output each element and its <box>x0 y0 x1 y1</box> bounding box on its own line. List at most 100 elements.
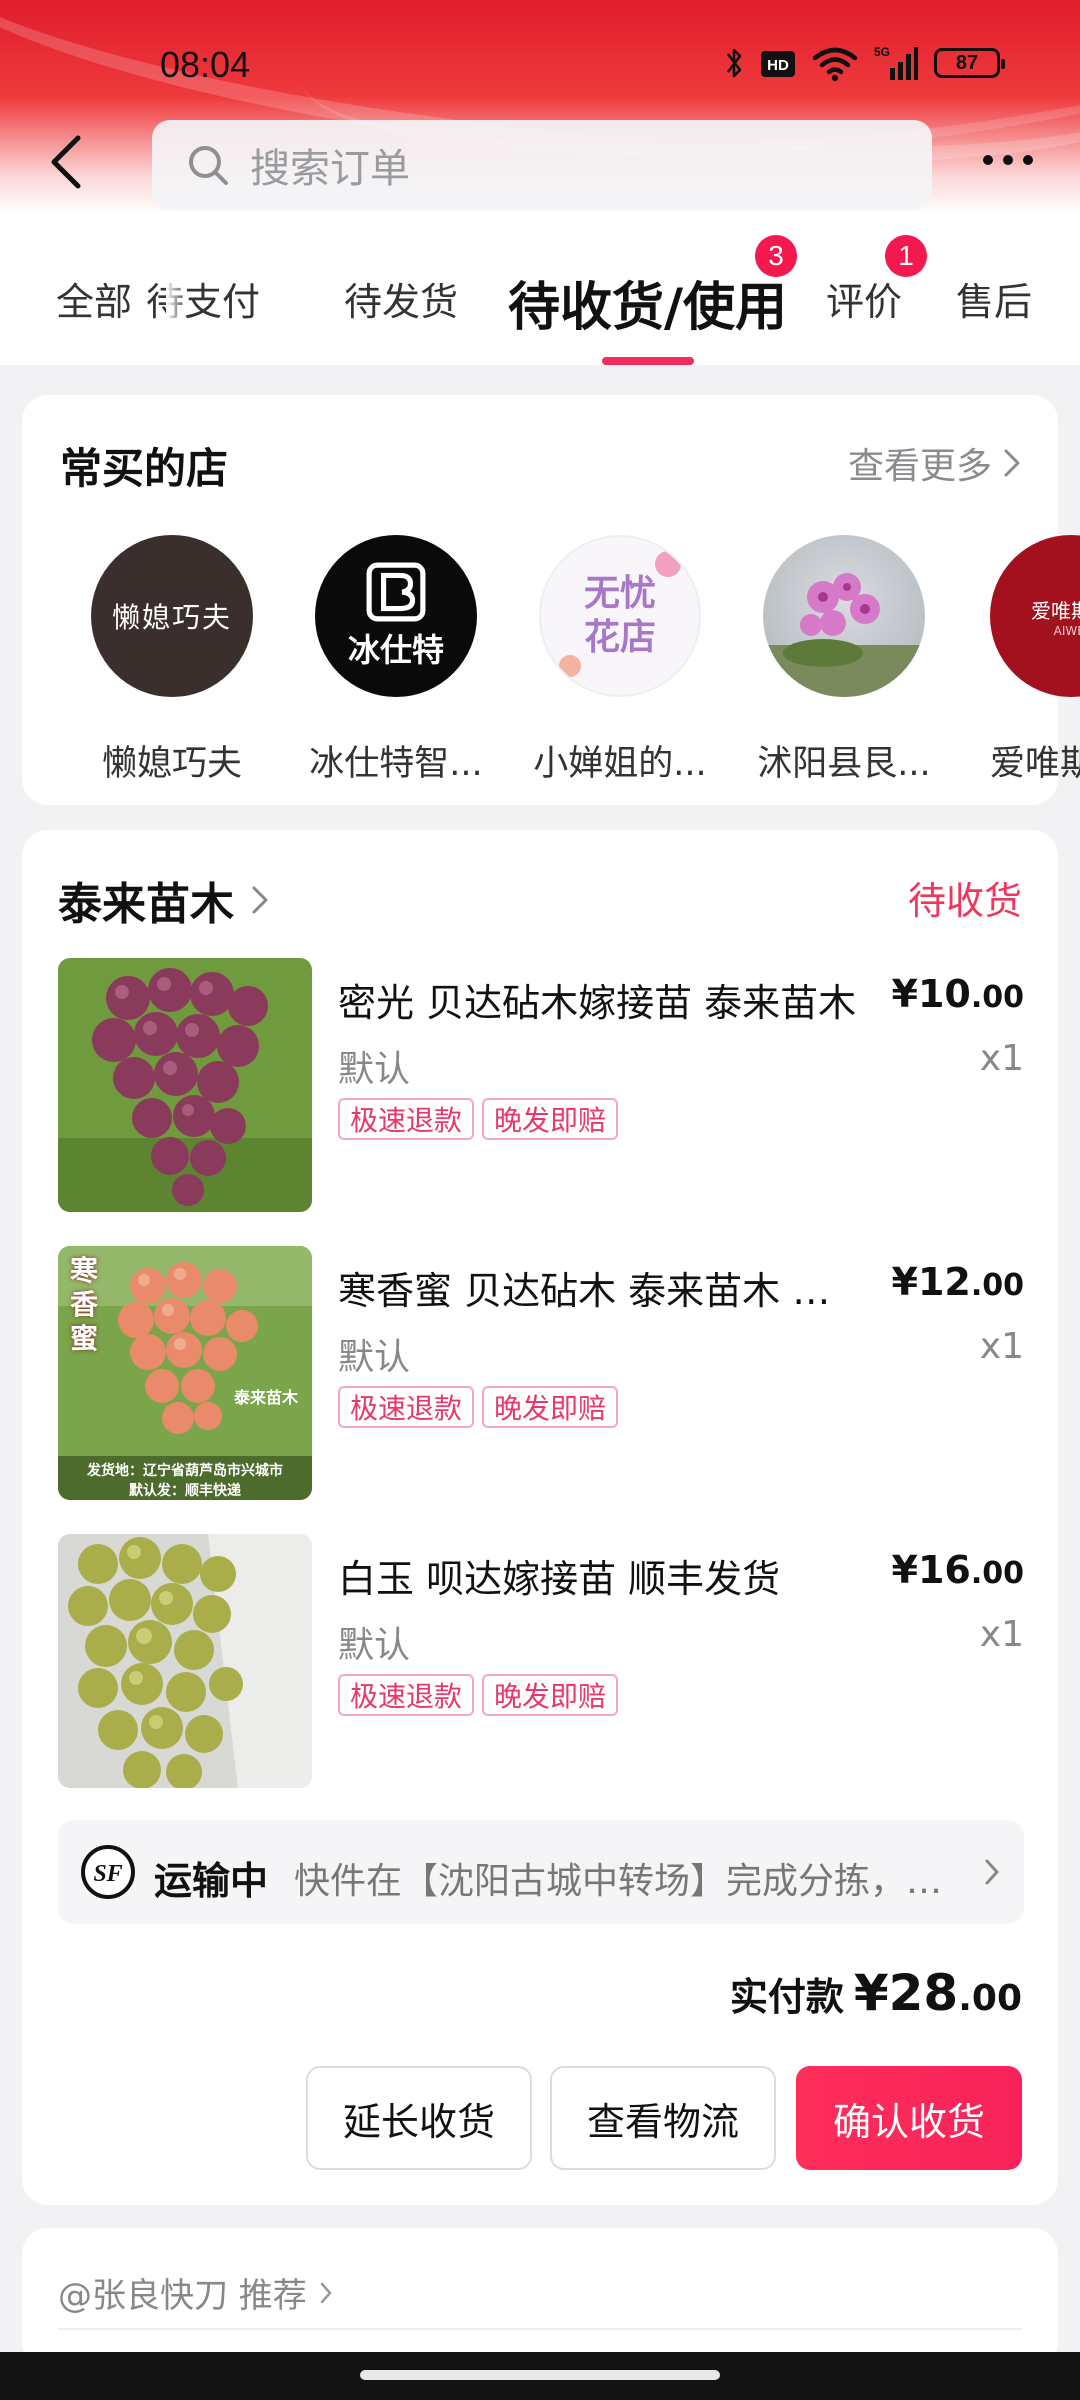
active-tab-indicator <box>602 357 694 365</box>
chevron-right-icon <box>1004 449 1020 477</box>
shop-logo-subtext: AIWEI <box>1053 623 1080 638</box>
product-image <box>58 958 312 1212</box>
shop-logo: 懒媳巧夫 <box>91 535 253 697</box>
product-image: 寒香蜜 泰来苗木 发货地：辽宁省葫芦岛市兴城市 默认发：顺丰快递 <box>58 1246 312 1500</box>
tab-reviews-badge: 1 <box>885 235 927 277</box>
wifi-icon <box>812 47 858 82</box>
product-price: ¥12.00 <box>892 1260 1024 1304</box>
tag-late-compensation: 晚发即赔 <box>482 1674 619 1716</box>
tab-after-sales[interactable]: 售后 <box>956 271 1032 326</box>
total-label: 实付款 <box>729 1975 844 2019</box>
extend-receipt-button[interactable]: 延长收货 <box>306 2066 532 2170</box>
shop-logo-text: 冰仕特 <box>347 631 444 669</box>
order-item[interactable]: 寒香蜜 泰来苗木 发货地：辽宁省葫芦岛市兴城市 默认发：顺丰快递 寒香蜜 贝达砧… <box>58 1246 1024 1500</box>
tab-pending-receipt[interactable]: 待收货/使用 <box>508 265 787 340</box>
order-item[interactable]: 密光 贝达砧木嫁接苗 泰来苗木 ¥10.00 默认 x1 极速退款 晚发即赔 <box>58 958 1024 1212</box>
total-cents: .00 <box>958 1978 1022 2019</box>
price-cents: .00 <box>970 1556 1024 1591</box>
tab-pending-payment[interactable]: 待支付 <box>146 271 260 326</box>
red-grape-image <box>58 958 312 1212</box>
order-item[interactable]: 白玉 呗达嫁接苗 顺丰发货 ¥16.00 默认 x1 极速退款 晚发即赔 <box>58 1534 1024 1788</box>
store-link[interactable]: 泰来苗木 <box>58 868 270 932</box>
shop-logo: 无忧花店 <box>539 535 701 697</box>
header: 08:04 HD 5G 87 搜索订单 <box>0 0 1080 215</box>
order-tabs: 全部 待支付 待发货 待收货/使用 3 评价 1 售后 <box>0 215 1080 365</box>
shipping-status-bar[interactable]: SF 运输中 快件在【沈阳古城中转场】完成分拣，准备发往下一站 <box>58 1820 1024 1924</box>
product-title: 寒香蜜 贝达砧木 泰来苗木 顺丰发货 <box>338 1269 858 1313</box>
shop-logo: 冰仕特 <box>315 535 477 697</box>
sf-express-icon: SF <box>81 1845 135 1899</box>
tag-fast-refund: 极速退款 <box>338 1386 475 1428</box>
chevron-right-icon <box>320 2282 332 2303</box>
price-main: ¥10 <box>891 972 971 1016</box>
shop-item[interactable]: 无忧花店 小婵姐的... <box>520 535 720 786</box>
order-card: 泰来苗木 待收货 密光 贝达砧木嫁接苗 泰来苗木 ¥10.00 默认 x1 极速… <box>22 830 1058 2205</box>
shop-logo-text: 爱唯斯严 <box>1031 598 1080 623</box>
tab-pending-shipment[interactable]: 待发货 <box>344 271 458 326</box>
green-grape-image <box>58 1534 312 1788</box>
price-main: ¥16 <box>891 1548 971 1592</box>
product-variant: 默认 <box>338 1049 411 1090</box>
shop-item[interactable]: 懒媳巧夫 懒媳巧夫 <box>72 535 272 786</box>
tag-late-compensation: 晚发即赔 <box>482 1098 619 1140</box>
recommend-link[interactable]: @张良快刀 推荐 <box>58 2268 333 2317</box>
flower-decoration <box>559 655 581 677</box>
tab-pending-receipt-badge: 3 <box>755 235 797 277</box>
back-icon[interactable] <box>44 132 88 192</box>
view-logistics-button[interactable]: 查看物流 <box>550 2066 776 2170</box>
shop-name: 小婵姐的... <box>533 744 707 784</box>
tag-late-compensation: 晚发即赔 <box>482 1386 619 1428</box>
battery-indicator: 87 <box>934 48 1005 78</box>
price-cents: .00 <box>970 980 1024 1015</box>
hd-label: HD <box>767 57 789 74</box>
shop-item[interactable]: 爱唯斯严 AIWEI 爱唯斯 <box>968 535 1080 786</box>
image-vertical-text: 寒香蜜 <box>69 1254 98 1355</box>
home-gesture-handle[interactable] <box>360 2370 720 2380</box>
total-amount: ¥28.00 <box>854 1964 1022 2022</box>
signal-icon: 5G <box>874 45 918 80</box>
shop-name: 爱唯斯 <box>990 744 1080 784</box>
shop-name: 懒媳巧夫 <box>101 744 242 784</box>
shipping-detail: 快件在【沈阳古城中转场】完成分拣，准备发往下一站 <box>294 1861 974 1902</box>
shipping-status: 运输中 <box>154 1859 269 1903</box>
total-main: ¥28 <box>853 1964 959 2022</box>
recommend-label: @张良快刀 推荐 <box>58 2276 307 2316</box>
orchid-flower-icon <box>763 573 925 697</box>
product-variant: 默认 <box>338 1625 411 1666</box>
product-quantity: x1 <box>979 1038 1024 1079</box>
shop-item[interactable]: 冰仕特 冰仕特智... <box>296 535 496 786</box>
tab-fade <box>166 255 188 335</box>
product-price: ¥10.00 <box>892 972 1024 1016</box>
status-icons: HD 5G 87 <box>724 44 1005 82</box>
frequent-shops-card: 常买的店 查看更多 懒媳巧夫 懒媳巧夫 冰仕特 冰仕特智... 无忧花店 小婵姐… <box>22 395 1080 805</box>
product-title: 密光 贝达砧木嫁接苗 泰来苗木 <box>338 981 857 1025</box>
shop-logo <box>763 535 925 697</box>
more-icon[interactable] <box>980 152 1036 168</box>
price-cents: .00 <box>970 1268 1024 1303</box>
signal-label: 5G <box>874 45 890 59</box>
tab-reviews[interactable]: 评价 <box>826 271 902 326</box>
product-title: 白玉 呗达嫁接苗 顺丰发货 <box>338 1557 781 1601</box>
image-origin-text: 发货地：辽宁省葫芦岛市兴城市 <box>87 1463 283 1479</box>
confirm-receipt-button[interactable]: 确认收货 <box>796 2066 1022 2170</box>
shop-item[interactable]: 沭阳县艮... <box>744 535 944 786</box>
product-variant: 默认 <box>338 1337 411 1378</box>
order-total: 实付款 ¥28.00 <box>730 1964 1022 2022</box>
shop-brand-b-icon <box>366 562 426 622</box>
shop-logo-text: 懒媳巧夫 <box>111 601 232 634</box>
chevron-right-icon <box>252 886 268 914</box>
shop-name: 沭阳县艮... <box>757 744 931 784</box>
flower-decoration <box>655 551 681 577</box>
product-quantity: x1 <box>979 1614 1024 1655</box>
product-price: ¥16.00 <box>892 1548 1024 1592</box>
bluetooth-icon <box>726 48 742 78</box>
see-more-link[interactable]: 查看更多 <box>848 437 1022 489</box>
product-quantity: x1 <box>979 1326 1024 1367</box>
order-status: 待收货 <box>907 879 1022 923</box>
svg-text:SF: SF <box>93 1861 122 1887</box>
tab-all[interactable]: 全部 <box>56 271 132 326</box>
search-input[interactable]: 搜索订单 <box>152 120 932 210</box>
shop-logo: 爱唯斯严 AIWEI <box>990 535 1080 697</box>
shop-name: 冰仕特智... <box>309 744 483 784</box>
image-brand-text: 泰来苗木 <box>233 1388 298 1407</box>
